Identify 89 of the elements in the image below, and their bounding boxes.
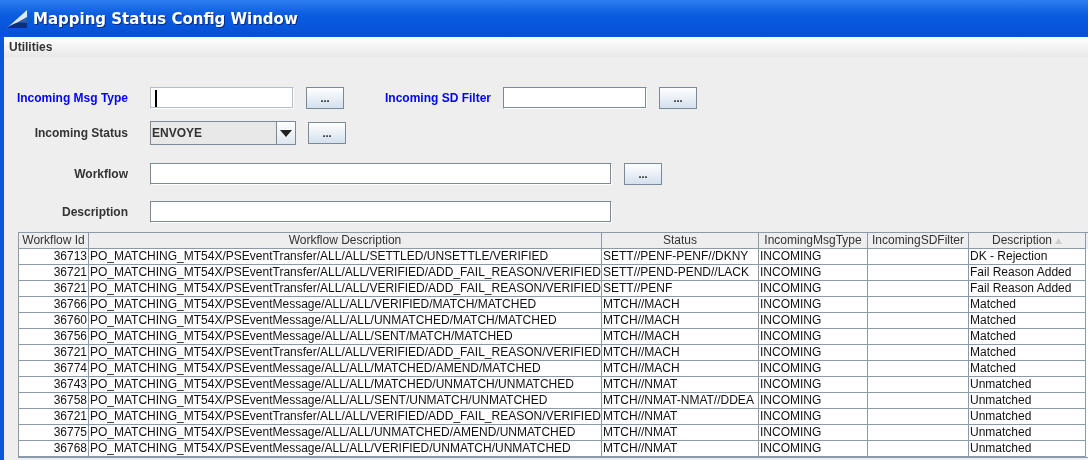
table-cell: PO_MATCHING_MT54X/PSEventMessage/ALL/ALL/VERIFIED/UNMATCH/UNMATCHED: [89, 441, 602, 457]
table-cell: PO_MATCHING_MT54X/PSEventTransfer/ALL/ALL/SETTLED/UNSETTLE/VERIFIED: [89, 249, 602, 265]
browse-button[interactable]: ...: [306, 87, 344, 109]
column-header[interactable]: IncomingMsgType: [759, 233, 868, 249]
table-cell: MTCH//NMAT: [602, 409, 759, 425]
table-cell: INCOMING: [759, 265, 868, 281]
table-cell: INCOMING: [759, 377, 868, 393]
table-cell: 36721: [19, 409, 89, 425]
table-cell: Matched: [969, 313, 1086, 329]
table-cell: MTCH//NMAT: [602, 377, 759, 393]
table-cell: INCOMING: [759, 425, 868, 441]
browse-button[interactable]: ...: [308, 122, 346, 144]
table-cell: PO_MATCHING_MT54X/PSEventTransfer/ALL/ALL/VERIFIED/ADD_FAIL_REASON/VERIFIED: [89, 281, 602, 297]
table-cell: PO_MATCHING_MT54X/PSEventMessage/ALL/ALL/SENT/UNMATCH/UNMATCHED: [89, 393, 602, 409]
table-cell: MTCH//NMAT-NMAT//DDEA: [602, 393, 759, 409]
field-label: Incoming SD Filter: [385, 91, 491, 105]
table-cell: PO_MATCHING_MT54X/PSEventMessage/ALL/ALL/UNMATCHED/MATCH/MATCHED: [89, 313, 602, 329]
table-cell: Fail Reason Added: [969, 265, 1086, 281]
browse-button[interactable]: ...: [624, 163, 662, 185]
table-cell: Unmatched: [969, 377, 1086, 393]
table-cell: MTCH//NMAT: [602, 441, 759, 457]
table-cell: Fail Reason Added: [969, 281, 1086, 297]
table-cell: MTCH//MACH: [602, 329, 759, 345]
table-cell: MTCH//MACH: [602, 297, 759, 313]
table-cell: PO_MATCHING_MT54X/PSEventTransfer/ALL/ALL/VERIFIED/ADD_FAIL_REASON/VERIFIED: [89, 265, 602, 281]
table-cell: SETT//PEND-PEND//LACK: [602, 265, 759, 281]
table-cell: PO_MATCHING_MT54X/PSEventMessage/ALL/ALL/UNMATCHED/AMEND/UNMATCHED: [89, 425, 602, 441]
caret-icon: [280, 129, 292, 137]
table-cell: 36768: [19, 441, 89, 457]
table-cell: Matched: [969, 361, 1086, 377]
table-cell: Unmatched: [969, 409, 1086, 425]
table-cell: 36774: [19, 361, 89, 377]
column-header[interactable]: Description: [969, 233, 1086, 249]
table-cell: DK - Rejection: [969, 249, 1086, 265]
table-cell: 36713: [19, 249, 89, 265]
field-label: Incoming Status: [33, 126, 128, 140]
status-dropdown[interactable]: ENVOYE: [150, 121, 296, 145]
table-cell: INCOMING: [759, 345, 868, 361]
table-cell: MTCH//MACH: [602, 345, 759, 361]
input-field[interactable]: [503, 87, 647, 109]
table-cell: SETT//PENF-PENF//DKNY: [602, 249, 759, 265]
input-field[interactable]: [150, 163, 612, 185]
table-cell: SETT//PENF: [602, 281, 759, 297]
table-cell: INCOMING: [759, 313, 868, 329]
table-cell: INCOMING: [759, 281, 868, 297]
table-cell: PO_MATCHING_MT54X/PSEventMessage/ALL/ALL/VERIFIED/MATCH/MATCHED: [89, 297, 602, 313]
table-cell: INCOMING: [759, 249, 868, 265]
column-header[interactable]: Status: [602, 233, 759, 249]
app-icon: [6, 8, 28, 29]
field-label: Description: [61, 205, 128, 219]
table-cell: 36756: [19, 329, 89, 345]
table-cell: 36743: [19, 377, 89, 393]
table-cell: PO_MATCHING_MT54X/PSEventMessage/ALL/ALL/MATCHED/UNMATCH/UNMATCHED: [89, 377, 602, 393]
table-cell: 36760: [19, 313, 89, 329]
table-cell: Unmatched: [969, 441, 1086, 457]
table-cell: Matched: [969, 345, 1086, 361]
browse-button[interactable]: ...: [659, 87, 697, 109]
window-title: Mapping Status Config Window: [33, 9, 298, 28]
table-cell: 36721: [19, 281, 89, 297]
input-field[interactable]: [150, 87, 294, 109]
field-label: Incoming Msg Type: [15, 91, 128, 105]
field-label: Workflow: [73, 167, 128, 181]
table-cell: PO_MATCHING_MT54X/PSEventMessage/ALL/ALL/MATCHED/AMEND/MATCHED: [89, 361, 602, 377]
table-cell: 36758: [19, 393, 89, 409]
table-cell: Matched: [969, 297, 1086, 313]
table-cell: INCOMING: [759, 393, 868, 409]
table-cell: 36721: [19, 345, 89, 361]
table-cell: PO_MATCHING_MT54X/PSEventTransfer/ALL/ALL/VERIFIED/ADD_FAIL_REASON/VERIFIED: [89, 345, 602, 361]
table-cell: MTCH//MACH: [602, 313, 759, 329]
table-cell: INCOMING: [759, 441, 868, 457]
table-cell: INCOMING: [759, 297, 868, 313]
table-cell: INCOMING: [759, 329, 868, 345]
column-header[interactable]: IncomingSDFilter: [868, 233, 969, 249]
table-cell: PO_MATCHING_MT54X/PSEventMessage/ALL/ALL/SENT/MATCH/MATCHED: [89, 329, 602, 345]
column-header[interactable]: Workflow Id: [19, 233, 89, 249]
table-cell: 36766: [19, 297, 89, 313]
input-field[interactable]: [150, 201, 612, 223]
table-cell: Unmatched: [969, 425, 1086, 441]
column-header[interactable]: Workflow Description: [89, 233, 602, 249]
table-cell: Unmatched: [969, 393, 1086, 409]
table-cell: PO_MATCHING_MT54X/PSEventTransfer/ALL/ALL/VERIFIED/ADD_FAIL_REASON/VERIFIED: [89, 409, 602, 425]
table-cell: 36775: [19, 425, 89, 441]
table-cell: MTCH//NMAT: [602, 425, 759, 441]
table-cell: Matched: [969, 329, 1086, 345]
menu-item[interactable]: Utilities: [4, 40, 58, 54]
table-cell: INCOMING: [759, 409, 868, 425]
table-cell: INCOMING: [759, 361, 868, 377]
table-cell: 36721: [19, 265, 89, 281]
table-cell: MTCH//MACH: [602, 361, 759, 377]
